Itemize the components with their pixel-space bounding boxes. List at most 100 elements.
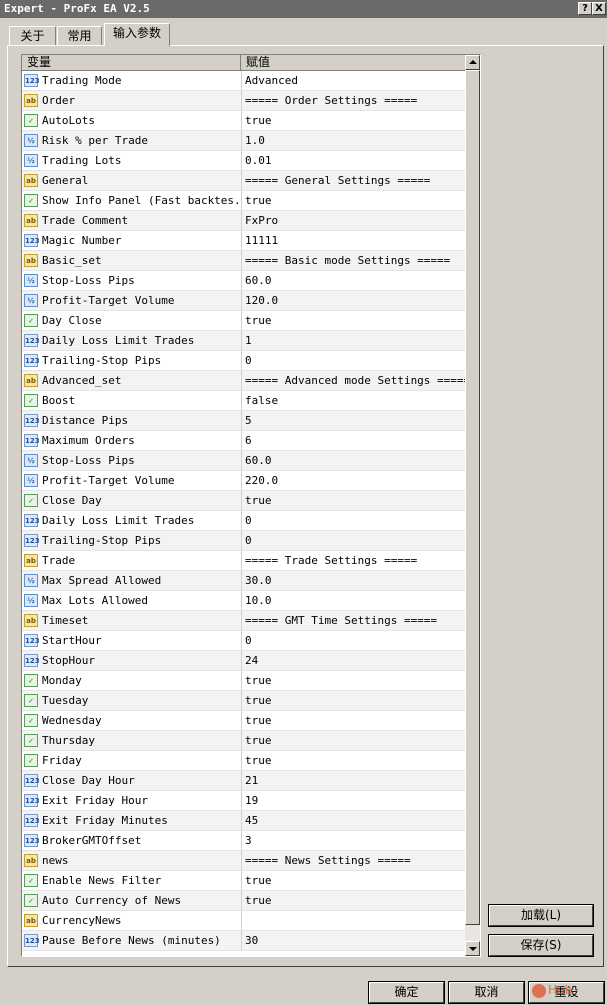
parameter-value[interactable]: true (245, 111, 272, 130)
parameter-row[interactable]: ✓ Monday true (22, 671, 465, 691)
parameter-row[interactable]: ✓ Close Day true (22, 491, 465, 511)
parameter-row[interactable]: 123 Distance Pips 5 (22, 411, 465, 431)
parameter-row[interactable]: ab Trade Comment FxPro (22, 211, 465, 231)
parameter-row[interactable]: ab Order ===== Order Settings ===== (22, 91, 465, 111)
parameter-row[interactable]: 123 Close Day Hour 21 (22, 771, 465, 791)
parameter-row[interactable]: 123 StartHour 0 (22, 631, 465, 651)
parameter-row[interactable]: ab Basic_set ===== Basic mode Settings ===… (22, 251, 465, 271)
parameter-value[interactable]: FxPro (245, 211, 278, 230)
column-header-variable[interactable]: 变量 (22, 55, 241, 70)
load-button[interactable]: 加载(L) (488, 904, 594, 927)
parameter-row[interactable]: 123 Trading Mode Advanced (22, 71, 465, 91)
parameter-row[interactable]: ab General ===== General Settings ===== (22, 171, 465, 191)
save-button[interactable]: 保存(S) (488, 934, 594, 957)
parameter-value[interactable]: 60.0 (245, 271, 272, 290)
parameter-value[interactable]: 30 (245, 931, 258, 950)
parameter-row[interactable]: ½ Profit-Target Volume 120.0 (22, 291, 465, 311)
parameter-value[interactable]: ===== Basic mode Settings ===== (245, 251, 450, 270)
parameter-row[interactable]: ab news ===== News Settings ===== (22, 851, 465, 871)
parameter-row[interactable]: ✓ AutoLots true (22, 111, 465, 131)
parameter-value[interactable]: true (245, 891, 272, 910)
parameter-row[interactable]: 123 Trailing-Stop Pips 0 (22, 531, 465, 551)
scroll-thumb[interactable] (465, 70, 480, 925)
parameter-row[interactable]: ✓ Enable News Filter true (22, 871, 465, 891)
parameter-value[interactable]: 0 (245, 631, 252, 650)
parameter-row[interactable]: 123 Maximum Orders 6 (22, 431, 465, 451)
parameter-value[interactable]: 6 (245, 431, 252, 450)
parameter-row[interactable]: ✓ Wednesday true (22, 711, 465, 731)
parameter-value[interactable]: true (245, 711, 272, 730)
parameter-value[interactable]: ===== Advanced mode Settings ===== (245, 371, 470, 390)
parameter-row[interactable]: 123 Daily Loss Limit Trades 1 (22, 331, 465, 351)
parameter-value[interactable]: true (245, 491, 272, 510)
parameter-value[interactable]: Advanced (245, 71, 298, 90)
parameter-row[interactable]: 123 Pause Before News (minutes) 30 (22, 931, 465, 951)
parameter-row[interactable]: ½ Trading Lots 0.01 (22, 151, 465, 171)
parameter-row[interactable]: 123 Daily Loss Limit Trades 0 (22, 511, 465, 531)
scroll-down-button[interactable] (465, 941, 480, 956)
parameter-row[interactable]: ab CurrencyNews (22, 911, 465, 931)
parameter-value[interactable]: 5 (245, 411, 252, 430)
parameter-row[interactable]: ½ Stop-Loss Pips 60.0 (22, 271, 465, 291)
parameter-row[interactable]: ½ Stop-Loss Pips 60.0 (22, 451, 465, 471)
parameter-value[interactable]: true (245, 671, 272, 690)
parameter-row[interactable]: ½ Profit-Target Volume 220.0 (22, 471, 465, 491)
parameter-value[interactable]: 24 (245, 651, 258, 670)
parameter-row[interactable]: 123 Exit Friday Hour 19 (22, 791, 465, 811)
parameter-value[interactable]: ===== GMT Time Settings ===== (245, 611, 437, 630)
parameter-value[interactable]: 0 (245, 531, 252, 550)
parameter-value[interactable]: 3 (245, 831, 252, 850)
parameter-value[interactable]: 0 (245, 351, 252, 370)
parameter-value[interactable]: 0 (245, 511, 252, 530)
parameter-row[interactable]: ab Timeset ===== GMT Time Settings ===== (22, 611, 465, 631)
parameter-value[interactable]: 0.01 (245, 151, 272, 170)
parameter-value[interactable]: 220.0 (245, 471, 278, 490)
ok-button[interactable]: 确定 (368, 981, 445, 1004)
vertical-scrollbar[interactable] (465, 55, 480, 956)
parameter-value[interactable]: ===== Trade Settings ===== (245, 551, 417, 570)
parameter-value[interactable]: 1.0 (245, 131, 265, 150)
parameter-value[interactable]: false (245, 391, 278, 410)
parameter-value[interactable]: 60.0 (245, 451, 272, 470)
parameter-row[interactable]: ✓ Tuesday true (22, 691, 465, 711)
parameter-row[interactable]: ab Trade ===== Trade Settings ===== (22, 551, 465, 571)
column-header-value[interactable]: 赋值 (241, 55, 465, 70)
parameter-value[interactable]: ===== Order Settings ===== (245, 91, 417, 110)
help-button[interactable]: ? (578, 2, 592, 15)
parameter-value[interactable]: true (245, 311, 272, 330)
tab-inputs[interactable]: 输入参数 (104, 23, 170, 46)
parameter-row[interactable]: ✓ Thursday true (22, 731, 465, 751)
parameter-value[interactable]: true (245, 731, 272, 750)
parameter-row[interactable]: ✓ Friday true (22, 751, 465, 771)
parameter-row[interactable]: ✓ Auto Currency of News true (22, 891, 465, 911)
parameter-row[interactable]: 123 BrokerGMTOffset 3 (22, 831, 465, 851)
parameter-value[interactable]: true (245, 751, 272, 770)
parameter-row[interactable]: ✓ Boost false (22, 391, 465, 411)
parameter-value[interactable]: 19 (245, 791, 258, 810)
tab-about[interactable]: 关于 (9, 26, 56, 45)
parameter-value[interactable]: 1 (245, 331, 252, 350)
tab-common[interactable]: 常用 (57, 26, 102, 45)
parameter-row[interactable]: ✓ Day Close true (22, 311, 465, 331)
parameter-row[interactable]: ½ Max Lots Allowed 10.0 (22, 591, 465, 611)
close-button[interactable]: X (592, 2, 606, 15)
parameter-row[interactable]: 123 Trailing-Stop Pips 0 (22, 351, 465, 371)
cancel-button[interactable]: 取消 (448, 981, 525, 1004)
parameter-value[interactable]: ===== General Settings ===== (245, 171, 430, 190)
parameter-row[interactable]: ½ Risk % per Trade 1.0 (22, 131, 465, 151)
parameter-row[interactable]: 123 StopHour 24 (22, 651, 465, 671)
parameter-value[interactable]: ===== News Settings ===== (245, 851, 411, 870)
parameter-value[interactable]: 11111 (245, 231, 278, 250)
parameter-value[interactable]: true (245, 191, 272, 210)
parameter-value[interactable]: 120.0 (245, 291, 278, 310)
scroll-up-button[interactable] (465, 55, 480, 70)
parameter-row[interactable]: ✓ Show Info Panel (Fast backtes... true (22, 191, 465, 211)
parameter-value[interactable]: true (245, 691, 272, 710)
parameter-row[interactable]: ½ Max Spread Allowed 30.0 (22, 571, 465, 591)
parameter-value[interactable]: 10.0 (245, 591, 272, 610)
parameter-row[interactable]: 123 Magic Number 11111 (22, 231, 465, 251)
parameter-value[interactable]: true (245, 871, 272, 890)
parameter-value[interactable]: 21 (245, 771, 258, 790)
parameter-row[interactable]: 123 Exit Friday Minutes 45 (22, 811, 465, 831)
parameter-row[interactable]: ab Advanced_set ===== Advanced mode Settin… (22, 371, 470, 391)
